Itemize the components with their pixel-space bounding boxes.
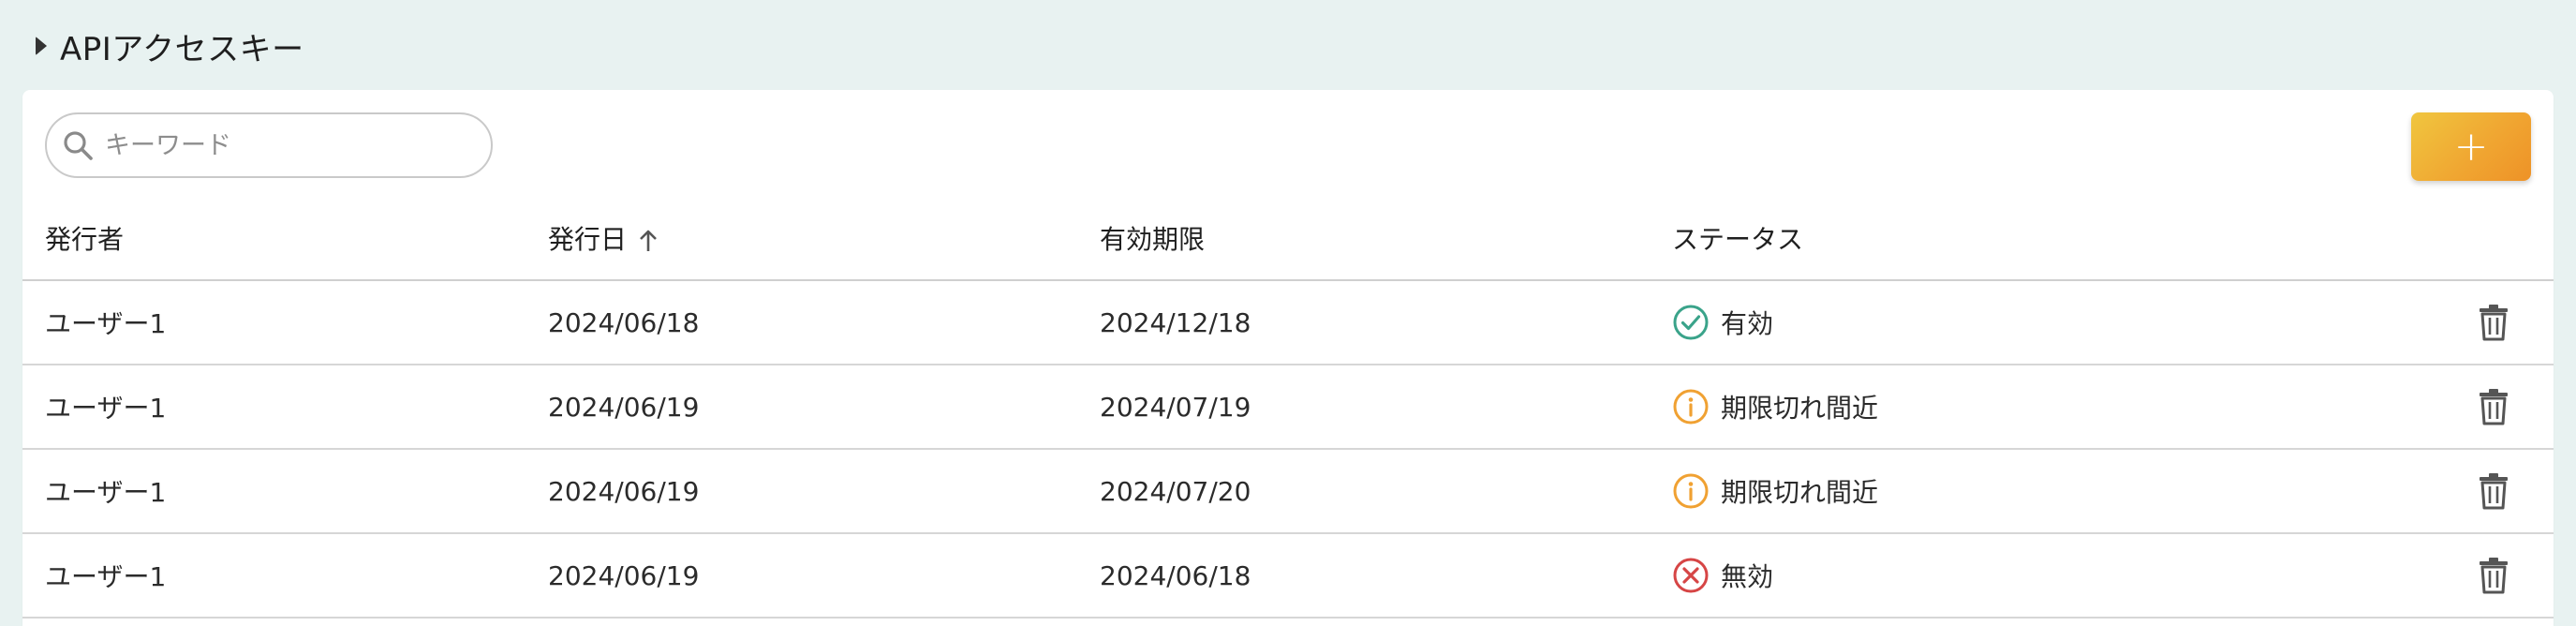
status-cell: 有効 [1672, 280, 2318, 365]
issued-date-cell: 2024/06/19 [548, 449, 1100, 534]
column-header-expiry[interactable]: 有効期限 [1100, 197, 1672, 281]
status-label: 期限切れ間近 [1721, 393, 1879, 424]
table-row: ユーザー1 2024/06/19 2024/07/19 期限切れ間近 [22, 365, 2554, 450]
status-cell: 無効 [1672, 533, 2318, 619]
search-box[interactable] [45, 112, 493, 178]
issuer-cell: ユーザー1 [22, 280, 548, 365]
search-icon [64, 131, 93, 160]
info-circle-icon [1673, 389, 1709, 425]
trash-icon[interactable] [2479, 557, 2509, 594]
actions-cell [2318, 280, 2554, 365]
issued-date-cell: 2024/06/18 [548, 280, 1100, 365]
caret-right-icon[interactable] [36, 37, 47, 55]
status-cell: 期限切れ間近 [1672, 365, 2318, 450]
actions-cell [2318, 533, 2554, 619]
column-header-issued-date[interactable]: 発行日 [548, 197, 1100, 281]
arrow-up-icon[interactable] [638, 229, 659, 253]
check-circle-icon [1673, 305, 1709, 340]
column-header-actions [2318, 197, 2554, 281]
expiry-cell: 2024/12/18 [1100, 280, 1672, 365]
table-row: ユーザー1 2024/06/19 2024/07/20 期限切れ間近 [22, 449, 2554, 534]
x-circle-icon [1673, 558, 1709, 593]
status-label: 有効 [1721, 308, 1774, 339]
table-row: ユーザー1 2024/06/18 2024/12/18 有効 [22, 280, 2554, 365]
plus-icon: + [2453, 122, 2489, 171]
issuer-cell: ユーザー1 [22, 533, 548, 619]
api-keys-panel: + 発行者 発行日 有効期限 ステータス ユーザー1 2024/06/18 20… [22, 90, 2554, 626]
api-keys-table: 発行者 発行日 有効期限 ステータス ユーザー1 2024/06/18 2024… [22, 197, 2554, 619]
trash-icon[interactable] [2479, 388, 2509, 425]
status-label: 期限切れ間近 [1721, 477, 1879, 508]
trash-icon[interactable] [2479, 472, 2509, 510]
actions-cell [2318, 449, 2554, 534]
actions-cell [2318, 365, 2554, 450]
table-header-row: 発行者 発行日 有効期限 ステータス [22, 197, 2554, 281]
issued-date-cell: 2024/06/19 [548, 365, 1100, 450]
issued-date-cell: 2024/06/19 [548, 533, 1100, 619]
table-row: ユーザー1 2024/06/19 2024/06/18 無効 [22, 533, 2554, 619]
issuer-cell: ユーザー1 [22, 449, 548, 534]
status-label: 無効 [1721, 561, 1774, 592]
expiry-cell: 2024/06/18 [1100, 533, 1672, 619]
trash-icon[interactable] [2479, 304, 2509, 341]
info-circle-icon [1673, 473, 1709, 509]
issuer-cell: ユーザー1 [22, 365, 548, 450]
section-title: APIアクセスキー [60, 30, 304, 68]
search-input[interactable] [103, 129, 463, 161]
add-key-button[interactable]: + [2411, 112, 2531, 181]
column-header-issuer[interactable]: 発行者 [22, 197, 548, 281]
section-header[interactable]: APIアクセスキー [36, 21, 304, 71]
expiry-cell: 2024/07/19 [1100, 365, 1672, 450]
status-cell: 期限切れ間近 [1672, 449, 2318, 534]
column-header-status[interactable]: ステータス [1672, 197, 2318, 281]
expiry-cell: 2024/07/20 [1100, 449, 1672, 534]
